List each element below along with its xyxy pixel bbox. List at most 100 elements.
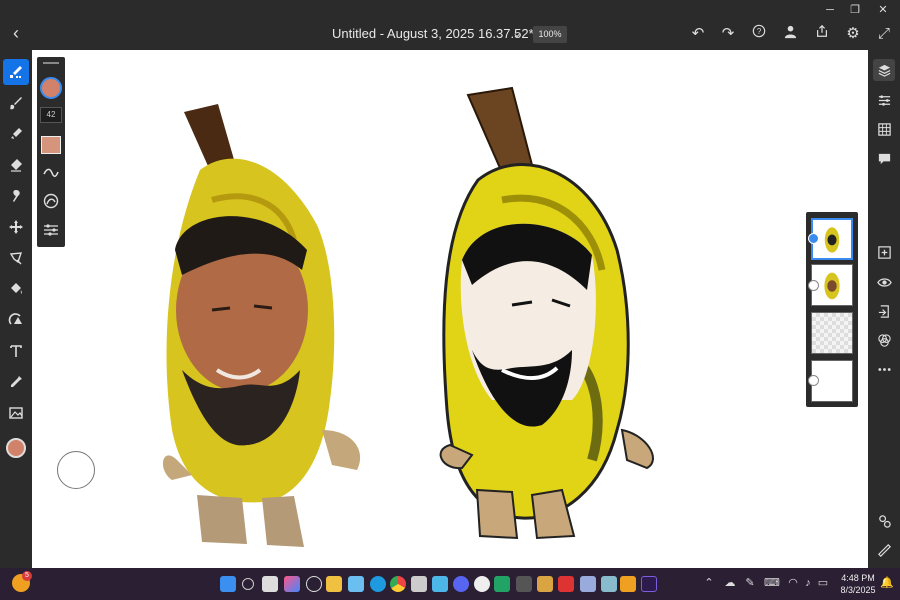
vpn-icon[interactable] [558,576,574,592]
volume-icon[interactable]: ♪ [801,576,815,590]
smudge-tool[interactable] [3,183,29,209]
drawing-canvas[interactable] [32,50,868,568]
selection-tool[interactable] [3,245,29,271]
copilot-icon[interactable] [284,576,300,592]
excel-icon[interactable] [494,576,510,592]
close-button[interactable]: ✕ [870,2,896,18]
keyboard-icon[interactable]: ⌨ [764,576,780,590]
pixel-brush-icon [10,66,22,78]
pixel-brush-tool[interactable] [3,59,29,85]
eraser-icon [11,159,22,172]
paint-bucket-icon [11,283,22,294]
import-icon [878,304,889,318]
visibility-button[interactable] [873,271,895,293]
wifi-icon[interactable]: ◠ [786,576,800,590]
chevron-down-icon[interactable]: ⌄ [512,26,522,40]
shape-tool[interactable] [3,307,29,333]
more-icon [877,367,891,371]
undo-icon[interactable]: ↶ [688,24,708,44]
settings-icon[interactable]: ⚙ [843,24,863,44]
ruler-button[interactable] [873,539,895,561]
snip-icon[interactable] [620,576,636,592]
brush-size-value[interactable]: 42 [40,107,62,123]
windows-start-icon[interactable] [220,576,236,592]
text-tool[interactable] [3,338,29,364]
expand-icon[interactable]: ⤢ [874,24,894,44]
blend-mode-button[interactable] [873,329,895,351]
brush-size-preview[interactable] [40,77,62,99]
user-icon[interactable] [780,24,800,44]
layer-properties-button[interactable] [873,89,895,111]
live-brush-tool[interactable] [3,90,29,116]
mail-icon[interactable] [348,576,364,592]
redo-icon[interactable]: ↷ [718,24,738,44]
eyedropper-icon [11,376,22,387]
widgets-icon[interactable] [306,576,322,592]
eraser-tool[interactable] [3,152,29,178]
windows-taskbar: 5 ⌃ ☁ ✎ ⌨ ◠ ♪ ▭ 4:48 PM 8/3/2025 🔔 [0,568,900,600]
file-explorer-icon[interactable] [326,576,342,592]
more-button[interactable] [873,358,895,380]
help-icon[interactable]: ? [749,24,769,44]
fill-tool[interactable] [3,276,29,302]
battery-icon[interactable]: ▭ [816,576,830,590]
layers-button[interactable] [873,59,895,81]
restore-button[interactable]: ❐ [842,2,868,18]
calendar-icon[interactable] [601,576,617,592]
transform-tool[interactable] [3,214,29,240]
layer-thumbnail[interactable] [811,312,853,354]
terminal-icon[interactable] [516,576,532,592]
onedrive-icon[interactable]: ☁ [723,576,737,590]
current-color-swatch [6,438,26,458]
notification-center-icon[interactable]: 🔔 [880,576,894,590]
image-tool[interactable] [3,400,29,426]
minimize-button[interactable]: ─ [817,2,843,18]
back-arrow-icon[interactable]: ‹ [6,24,26,44]
search-icon[interactable] [242,578,254,590]
panel-grip-handle[interactable] [43,62,59,64]
brush-settings-icon[interactable] [41,220,61,240]
layer-mask-badge[interactable] [808,375,819,386]
zoom-level[interactable]: 100% [533,26,567,43]
right-toolbar [868,50,900,568]
chrome-icon[interactable] [390,576,406,592]
import-button[interactable] [873,300,895,322]
chatgpt-icon[interactable] [474,576,490,592]
paint-icon[interactable] [537,576,553,592]
document-title[interactable]: Untitled - August 3, 2025 16.37.52* [332,26,534,41]
share-icon[interactable] [812,24,832,44]
layer-mask-badge[interactable] [808,280,819,291]
text-icon [10,345,22,357]
discord-icon[interactable] [453,576,469,592]
eyedropper-tool[interactable] [3,369,29,395]
add-layer-button[interactable] [873,241,895,263]
layers-panel [806,212,858,407]
vector-brush-tool[interactable] [3,121,29,147]
layer-selected-badge[interactable] [808,233,819,244]
blend-icon [877,333,891,347]
comments-button[interactable] [873,147,895,169]
pen-icon[interactable]: ✎ [743,576,757,590]
brush-opacity-swatch[interactable] [41,136,61,154]
comment-icon [878,153,890,164]
photos-icon[interactable] [580,576,596,592]
show-hidden-icons[interactable]: ⌃ [702,576,716,590]
move-icon [9,220,23,234]
system-clock[interactable]: 4:48 PM 8/3/2025 [836,572,880,596]
photo-banana-figure [162,104,361,547]
notification-badge: 5 [22,571,32,581]
shapes-button[interactable] [873,510,895,532]
clock-time: 4:48 PM [841,573,875,583]
color-picker[interactable] [3,435,29,461]
brush-dynamics-icon[interactable] [41,191,61,211]
task-view-icon[interactable] [262,576,278,592]
tools-toolbar [0,50,32,568]
stroke-smoothing-icon[interactable] [41,163,61,183]
screen-capture-icon[interactable] [411,576,427,592]
adjustments-button[interactable] [873,118,895,140]
notepad-icon[interactable] [432,576,448,592]
brush-cursor [57,451,95,489]
fresco-icon[interactable] [641,576,657,592]
edge-icon[interactable] [370,576,386,592]
painted-banana-figure [439,86,654,540]
